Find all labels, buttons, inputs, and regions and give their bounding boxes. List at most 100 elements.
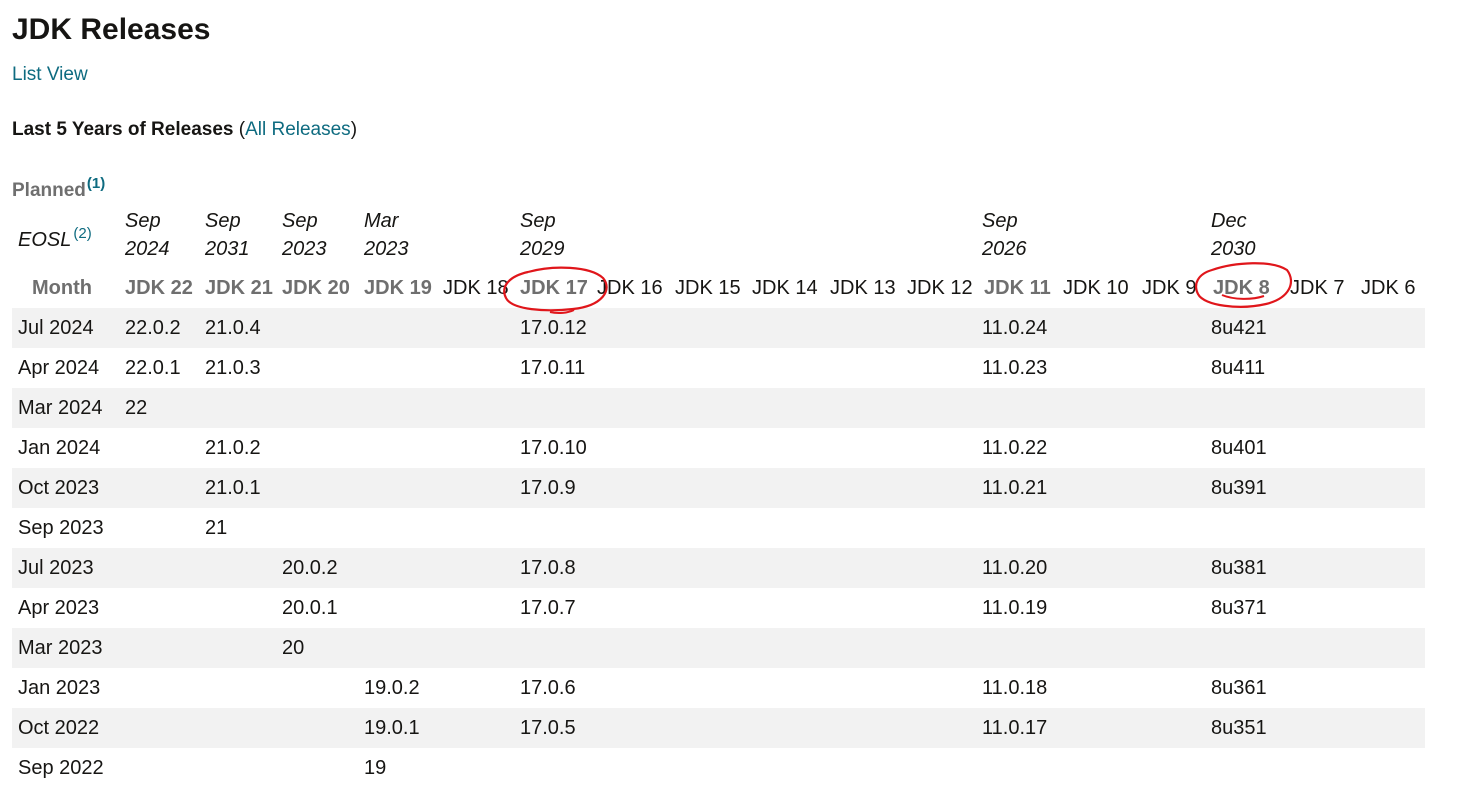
column-header-jdk19: JDK 19	[364, 277, 432, 299]
row-cell-jdk19: 19	[364, 757, 387, 779]
column-header-jdk16: JDK 16	[597, 277, 663, 299]
row-cell-jdk17: 17.0.6	[520, 677, 576, 699]
eosl-footnote-link[interactable]: (2)	[73, 225, 91, 242]
row-month-cell: Mar 2024	[18, 397, 103, 419]
row-month-cell: Apr 2023	[18, 597, 100, 619]
table-row: Sep 2023 21	[12, 508, 1425, 548]
row-month-cell: Sep 2022	[18, 757, 104, 779]
eosl-jdk22: Sep 2024	[125, 210, 170, 260]
table-row: Jan 2024 21.0.2 17.0.10 11.0.22 8u401	[12, 428, 1425, 468]
column-header-jdk9: JDK 9	[1142, 277, 1197, 299]
column-header-jdk18: JDK 18	[443, 277, 509, 299]
row-month-cell: Jan 2023	[18, 677, 101, 699]
table-row: Oct 2022 19.0.1 17.0.5 11.0.17 8u351	[12, 708, 1425, 748]
row-cell-jdk21: 21.0.4	[205, 317, 261, 339]
row-cell-jdk11: 11.0.21	[982, 477, 1048, 499]
row-cell-jdk17: 17.0.11	[520, 357, 586, 379]
all-releases-link[interactable]: All Releases	[245, 119, 351, 140]
month-column-header: Month	[32, 277, 92, 299]
column-header-jdk6: JDK 6	[1361, 277, 1416, 299]
row-cell-jdk21: 21.0.1	[205, 477, 261, 499]
row-cell-jdk19: 19.0.2	[364, 677, 420, 699]
row-cell-jdk20: 20.0.1	[282, 597, 338, 619]
row-month-cell: Mar 2023	[18, 637, 103, 659]
row-cell-jdk21: 21	[205, 517, 228, 539]
row-cell-jdk22: 22.0.1	[125, 357, 181, 379]
row-cell-jdk11: 11.0.20	[982, 557, 1048, 579]
row-cell-jdk20: 20.0.2	[282, 557, 338, 579]
eosl-label: EOSL (2)	[18, 220, 92, 254]
column-header-jdk20: JDK 20	[282, 277, 350, 299]
eosl-jdk20: Sep 2023	[282, 210, 327, 260]
column-header-jdk8: JDK 8	[1213, 277, 1270, 299]
row-cell-jdk22: 22	[125, 397, 148, 419]
table-row: Mar 2024 22	[12, 388, 1425, 428]
row-cell-jdk17: 17.0.9	[520, 477, 576, 499]
column-header-jdk12: JDK 12	[907, 277, 973, 299]
column-header-jdk11: JDK 11	[984, 277, 1051, 299]
row-cell-jdk21: 21.0.2	[205, 437, 261, 459]
column-header-jdk17: JDK 17	[520, 277, 588, 299]
row-cell-jdk8: 8u381	[1211, 557, 1267, 579]
list-view-link[interactable]: List View	[12, 63, 88, 87]
column-header-jdk14: JDK 14	[752, 277, 818, 299]
row-cell-jdk8: 8u421	[1211, 317, 1267, 339]
column-header-jdk10: JDK 10	[1063, 277, 1129, 299]
table-row: Jan 2023 19.0.2 17.0.6 11.0.18 8u361	[12, 668, 1425, 708]
close-paren: )	[350, 119, 358, 140]
planned-label: Planned(1)	[12, 170, 105, 205]
table-row: Oct 2023 21.0.1 17.0.9 11.0.21 8u391	[12, 468, 1425, 508]
row-cell-jdk20: 20	[282, 637, 305, 659]
row-cell-jdk11: 11.0.23	[982, 357, 1048, 379]
eosl-row: EOSL (2) Sep 2024 Sep 2031 Sep 2023 Mar 2…	[0, 205, 1440, 265]
row-month-cell: Jul 2024	[18, 317, 94, 339]
row-cell-jdk8: 8u411	[1211, 357, 1266, 379]
row-cell-jdk22: 22.0.2	[125, 317, 181, 339]
row-cell-jdk8: 8u391	[1211, 477, 1267, 499]
table-header-row: Month JDK 22 JDK 21 JDK 20 JDK 19 JDK 18…	[0, 272, 1440, 306]
row-cell-jdk11: 11.0.22	[982, 437, 1048, 459]
page-title: JDK Releases	[12, 13, 211, 46]
eosl-text: EOSL	[18, 229, 72, 251]
row-cell-jdk19: 19.0.1	[364, 717, 420, 739]
row-cell-jdk21: 21.0.3	[205, 357, 261, 379]
section-heading: Last 5 Years of Releases (All Releases)	[12, 118, 357, 142]
column-header-jdk22: JDK 22	[125, 277, 193, 299]
row-cell-jdk11: 11.0.19	[982, 597, 1048, 619]
planned-footnote-link[interactable]: (1)	[87, 175, 105, 192]
table-row: Jul 2023 20.0.2 17.0.8 11.0.20 8u381	[12, 548, 1425, 588]
row-cell-jdk11: 11.0.24	[982, 317, 1048, 339]
row-cell-jdk8: 8u371	[1211, 597, 1267, 619]
eosl-jdk21: Sep 2031	[205, 210, 250, 260]
eosl-jdk8: Dec 2030	[1211, 210, 1256, 260]
column-header-jdk13: JDK 13	[830, 277, 896, 299]
table-row: Mar 2023 20	[12, 628, 1425, 668]
row-cell-jdk8: 8u361	[1211, 677, 1267, 699]
row-month-cell: Oct 2023	[18, 477, 100, 499]
table-row: Jul 2024 22.0.2 21.0.4 17.0.12 11.0.24 8u421	[12, 308, 1425, 348]
row-cell-jdk17: 17.0.10	[520, 437, 587, 459]
eosl-jdk11: Sep 2026	[982, 210, 1027, 260]
column-header-jdk7: JDK 7	[1290, 277, 1345, 299]
release-table-body: Jul 2024 22.0.2 21.0.4 17.0.12 11.0.24 8u421 A…	[12, 308, 1425, 788]
row-cell-jdk17: 17.0.5	[520, 717, 576, 739]
section-heading-text: Last 5 Years of Releases	[12, 119, 234, 140]
column-header-jdk21: JDK 21	[205, 277, 273, 299]
table-row: Sep 2022 19	[12, 748, 1425, 788]
row-cell-jdk11: 11.0.17	[982, 717, 1048, 739]
column-header-jdk15: JDK 15	[675, 277, 741, 299]
row-cell-jdk17: 17.0.8	[520, 557, 576, 579]
row-month-cell: Jan 2024	[18, 437, 101, 459]
row-cell-jdk8: 8u401	[1211, 437, 1267, 459]
table-row: Apr 2024 22.0.1 21.0.3 17.0.11 11.0.23 8u411	[12, 348, 1425, 388]
row-month-cell: Oct 2022	[18, 717, 100, 739]
row-cell-jdk17: 17.0.12	[520, 317, 587, 339]
eosl-jdk19: Mar 2023	[364, 210, 409, 260]
row-month-cell: Apr 2024	[18, 357, 100, 379]
row-cell-jdk11: 11.0.18	[982, 677, 1048, 699]
row-month-cell: Sep 2023	[18, 517, 104, 539]
planned-text: Planned	[12, 180, 86, 201]
row-cell-jdk17: 17.0.7	[520, 597, 576, 619]
row-cell-jdk8: 8u351	[1211, 717, 1267, 739]
eosl-jdk17: Sep 2029	[520, 210, 565, 260]
